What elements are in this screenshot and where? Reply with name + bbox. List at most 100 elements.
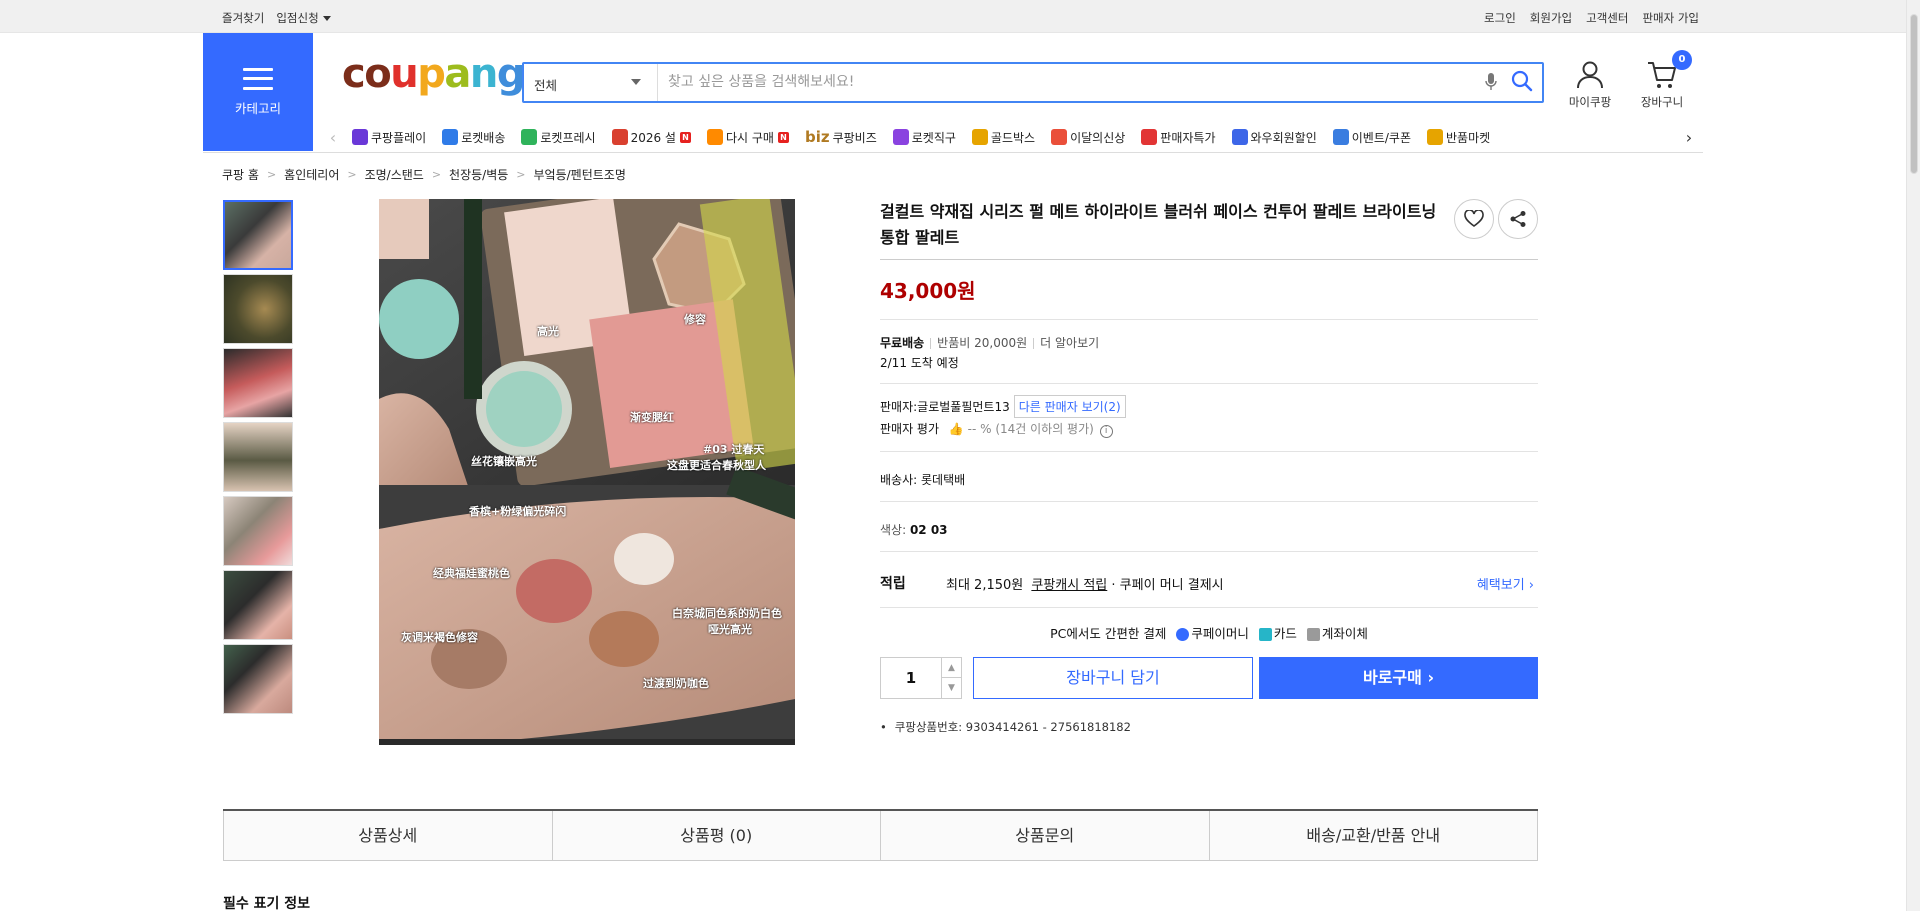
service-nav-label: 반품마켓 — [1446, 130, 1491, 145]
coupang-cash-link[interactable]: 쿠팡캐시 적립 — [1031, 578, 1107, 593]
service-nav-item[interactable]: 2026 설N — [611, 129, 691, 146]
breadcrumb-item[interactable]: 부엌등/펜턴트조명 — [534, 166, 626, 183]
service-nav-item[interactable]: 쿠팡플레이 — [352, 129, 426, 146]
breadcrumb-item[interactable]: 쿠팡 홈 — [222, 166, 259, 183]
service-nav-item[interactable]: 로켓직구 — [892, 129, 956, 146]
chevron-up-icon[interactable]: ▲ — [941, 658, 961, 678]
coupay-icon — [1176, 628, 1190, 641]
service-nav-item[interactable]: 와우회원할인 — [1231, 129, 1317, 146]
tab-detail[interactable]: 상품상세 — [223, 811, 552, 860]
thumbnail[interactable] — [223, 570, 293, 640]
search-input[interactable] — [668, 72, 1468, 92]
service-icon — [1332, 129, 1349, 145]
breadcrumb-item[interactable]: 조명/스탠드 — [365, 166, 424, 183]
new-badge-icon: N — [777, 131, 789, 143]
share-icon — [1510, 211, 1526, 227]
image-label: 修容 — [684, 313, 706, 326]
image-label: #03 过春天 — [703, 443, 765, 456]
search-category-select[interactable]: 전체 — [524, 64, 658, 101]
image-label: 这盘更适合春秋型人 — [667, 459, 766, 472]
service-icon — [521, 129, 538, 145]
divider — [203, 152, 1703, 153]
service-nav-item[interactable]: 로켓배송 — [442, 129, 505, 146]
service-nav-label: 로켓프레시 — [540, 130, 596, 145]
seller-info: 판매자:글로벌풀필먼트13 다른 판매자 보기(2) — [880, 395, 1126, 418]
service-nav-item[interactable]: 다시 구매 N — [706, 129, 789, 146]
section-title: 필수 표기 정보 — [223, 896, 311, 911]
chevron-down-icon — [631, 79, 641, 85]
product-number: 쿠팡상품번호: 9303414261 - 27561818182 — [880, 719, 1131, 735]
my-coupang-label: 마이쿠팡 — [1568, 95, 1612, 109]
microphone-icon[interactable] — [1484, 72, 1498, 96]
add-to-cart-button[interactable]: 장바구니 담기 — [973, 657, 1253, 699]
divider — [880, 451, 1538, 452]
seller-signup-link[interactable]: 판매자 가입 — [1642, 10, 1699, 26]
service-nav-label: 로켓배송 — [461, 130, 506, 145]
thumbnail[interactable] — [223, 200, 293, 270]
tab-shipping-return[interactable]: 배송/교환/반품 안내 — [1208, 811, 1538, 860]
breadcrumb-item[interactable]: 홈인테리어 — [284, 166, 339, 183]
buy-now-button[interactable]: 바로구매 › — [1259, 657, 1538, 699]
chevron-right-icon: > — [266, 168, 277, 181]
service-nav-label: 2026 설 — [630, 130, 676, 145]
chevron-down-icon[interactable]: ▼ — [941, 678, 961, 698]
image-label: 高光 — [537, 325, 559, 338]
chevron-left-icon[interactable]: ‹ — [322, 128, 344, 147]
tab-qna[interactable]: 상품문의 — [880, 811, 1209, 860]
product-main-image[interactable]: 高光 修容 渐变腮红 丝花镶嵌高光 #03 过春天 这盘更适合春秋型人 香槟+粉… — [379, 199, 795, 745]
thumbnail[interactable] — [223, 644, 293, 714]
breadcrumb-item[interactable]: 천장등/벽등 — [449, 166, 508, 183]
more-info-link[interactable]: 더 알아보기 — [1040, 336, 1099, 350]
login-link[interactable]: 로그인 — [1484, 10, 1516, 26]
coupang-logo[interactable]: coupang — [342, 54, 525, 94]
share-button[interactable] — [1498, 199, 1538, 239]
tab-reviews[interactable]: 상품평 (0) — [551, 811, 880, 860]
service-nav-item[interactable]: 골드박스 — [971, 129, 1035, 146]
service-nav-item[interactable]: biz 쿠팡비즈 — [805, 128, 877, 146]
service-nav: ‹ 쿠팡플레이 로켓배송 로켓프레시 2026 설 N 다시 구매 Nbiz 쿠팡비즈 로켓직구… — [322, 122, 1700, 152]
service-nav-item[interactable]: 반품마켓 — [1427, 129, 1490, 146]
favorites-link[interactable]: 즐겨찾기 — [222, 10, 264, 26]
benefit-more-link[interactable]: 혜택보기 › — [1477, 574, 1534, 593]
thumbnail[interactable] — [223, 348, 293, 418]
color-option[interactable]: 색상: 02 03 — [880, 521, 948, 538]
signup-link[interactable]: 회원가입 — [1530, 10, 1572, 26]
partner-apply-link[interactable]: 입점신청 — [276, 10, 331, 26]
image-label: 香槟+粉绿偏光碎闪 — [469, 505, 567, 518]
quantity-input[interactable]: 1 — [881, 669, 941, 687]
service-nav-item[interactable]: 판매자특가 — [1141, 129, 1216, 146]
other-sellers-button[interactable]: 다른 판매자 보기(2) — [1013, 395, 1126, 418]
scrollbar-thumb[interactable] — [1910, 14, 1918, 174]
service-nav-item[interactable]: 로켓프레시 — [521, 129, 596, 146]
info-icon[interactable]: i — [1099, 425, 1113, 438]
chevron-right-icon[interactable]: › — [1678, 128, 1700, 147]
new-badge-icon: N — [679, 131, 691, 143]
benefit-row: 적립 최대 2,150원 쿠팡캐시 적립 · 쿠페이 머니 결제시 혜택보기 › — [880, 574, 1534, 593]
service-icon — [1141, 129, 1158, 145]
thumbs-up-icon: 👍 — [948, 422, 964, 436]
wishlist-button[interactable] — [1454, 199, 1494, 239]
category-button[interactable]: 카테고리 — [203, 33, 313, 151]
divider — [880, 607, 1538, 608]
detail-tabs: 상품상세 상품평 (0) 상품문의 배송/교환/반품 안내 — [223, 809, 1538, 861]
thumbnail[interactable] — [223, 422, 293, 492]
vertical-scrollbar[interactable] — [1906, 0, 1920, 911]
chevron-right-icon: › — [1427, 668, 1435, 687]
service-icon — [706, 129, 723, 145]
customer-center-link[interactable]: 고객센터 — [1586, 10, 1628, 26]
service-icon — [442, 129, 459, 145]
thumbnail[interactable] — [223, 496, 293, 566]
image-label: 白奈城同色系的奶白色 — [672, 607, 782, 620]
image-label: 过渡到奶咖色 — [643, 677, 709, 690]
search-icon[interactable] — [1511, 70, 1533, 96]
thumbnail[interactable] — [223, 274, 293, 344]
my-coupang-button[interactable]: 마이쿠팡 — [1555, 60, 1625, 110]
service-nav-label: 판매자특가 — [1160, 130, 1216, 145]
seller-name[interactable]: 글로벌풀필먼트13 — [917, 400, 1010, 414]
service-nav-item[interactable]: 이달의신상 — [1051, 129, 1125, 146]
category-label: 카테고리 — [234, 100, 281, 116]
user-icon — [1577, 61, 1603, 89]
cart-button[interactable]: 0 장바구니 — [1627, 50, 1697, 110]
shipping-info: 무료배송 반품비 20,000원 더 알아보기 — [880, 334, 1099, 351]
service-nav-item[interactable]: 이벤트/쿠폰 — [1332, 129, 1411, 146]
